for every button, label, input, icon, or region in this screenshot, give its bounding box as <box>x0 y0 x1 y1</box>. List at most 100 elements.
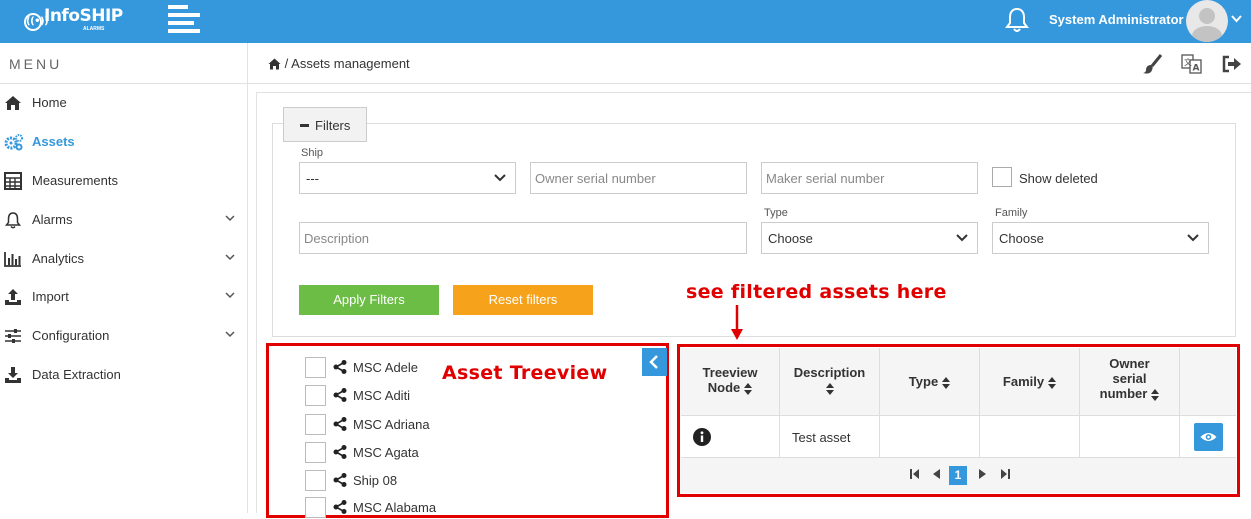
sidebar-item-label: Import <box>32 289 69 304</box>
svg-text:文: 文 <box>1184 57 1192 67</box>
column-header-label: number <box>1099 386 1148 401</box>
paint-brush-icon[interactable] <box>1141 53 1163 75</box>
user-name[interactable]: System Administrator <box>1049 12 1184 27</box>
show-deleted-checkbox[interactable] <box>992 167 1012 187</box>
chevron-down-icon <box>224 250 236 264</box>
share-icon <box>333 500 347 514</box>
tree-node-checkbox[interactable] <box>305 414 326 435</box>
sidebar-item-label: Home <box>32 95 67 110</box>
ship-select[interactable]: --- <box>299 162 516 194</box>
tree-node-checkbox[interactable] <box>305 442 326 463</box>
apply-filters-button[interactable]: Apply Filters <box>299 285 439 315</box>
sort-icon <box>744 382 753 395</box>
app-logo[interactable]: ((•))InfoSHIP <box>24 6 123 31</box>
tree-node-label: MSC Adele <box>353 360 419 375</box>
column-header-treeview-node[interactable]: Treeview Node <box>681 348 780 416</box>
bell-icon <box>4 211 22 229</box>
table-row-description-cell: Test asset <box>780 416 880 458</box>
tree-node-checkbox[interactable] <box>305 385 326 406</box>
notifications-bell-icon[interactable] <box>1004 6 1030 34</box>
sidebar-item-alarms[interactable]: Alarms <box>0 201 248 239</box>
calculator-icon <box>4 172 22 190</box>
upload-icon <box>4 288 22 306</box>
column-header-label: Type <box>908 374 939 389</box>
sidebar-item-label: Analytics <box>32 251 85 266</box>
sort-icon <box>1151 388 1160 401</box>
tree-node-label: Ship 08 <box>353 473 398 488</box>
chevron-down-icon <box>1186 232 1200 244</box>
filters-toggle-button[interactable]: Filters <box>283 107 367 142</box>
minus-icon <box>300 124 309 127</box>
sidebar-item-label: Data Extraction <box>32 367 121 382</box>
reset-filters-button[interactable]: Reset filters <box>453 285 593 315</box>
column-header-type[interactable]: Type <box>880 348 980 416</box>
sidebar-item-import[interactable]: Import <box>0 278 248 316</box>
sidebar-item-label: Measurements <box>32 173 118 188</box>
tree-node-checkbox[interactable] <box>305 497 326 518</box>
page-number-current[interactable]: 1 <box>949 466 967 485</box>
table-row-node-cell <box>681 416 780 458</box>
column-header-label: Node <box>707 380 741 395</box>
column-header-family[interactable]: Family <box>980 348 1080 416</box>
share-icon <box>333 388 347 402</box>
logo-text: InfoSHIP <box>44 6 123 26</box>
sidebar-item-analytics[interactable]: Analytics <box>0 240 248 278</box>
avatar[interactable] <box>1186 0 1228 42</box>
sidebar-item-label: Configuration <box>32 328 110 343</box>
type-label: Type <box>764 207 788 219</box>
maker-serial-field[interactable]: Maker serial number <box>761 162 978 194</box>
home-icon[interactable] <box>268 58 281 73</box>
breadcrumb-current: Assets management <box>291 56 410 71</box>
sidebar-item-data-extraction[interactable]: Data Extraction <box>0 356 248 394</box>
logo-bell-icon: ((•)) <box>24 13 49 31</box>
next-page-icon[interactable] <box>975 466 991 482</box>
info-icon[interactable] <box>693 428 711 449</box>
gears-icon <box>4 133 23 151</box>
ship-select-value: --- <box>306 171 319 186</box>
previous-page-icon[interactable] <box>928 466 944 482</box>
table-row-type-cell <box>880 416 980 458</box>
sidebar-item-measurements[interactable]: Measurements <box>0 162 248 200</box>
share-icon <box>333 417 347 431</box>
tree-node-checkbox[interactable] <box>305 470 326 491</box>
sidebar: MENU Home Assets Measurements Alarms Ana… <box>0 43 248 513</box>
tree-node-checkbox[interactable] <box>305 357 326 378</box>
sliders-icon <box>4 327 22 345</box>
family-label: Family <box>995 207 1028 219</box>
owner-serial-field[interactable]: Owner serial number <box>530 162 747 194</box>
chevron-down-icon <box>224 288 236 302</box>
column-header-label: Owner <box>1109 356 1150 371</box>
breadcrumb-bar: / Assets management 文A <box>248 43 1251 84</box>
logout-icon[interactable] <box>1221 53 1243 75</box>
show-deleted-label: Show deleted <box>1019 171 1098 186</box>
last-page-icon[interactable] <box>997 466 1013 482</box>
treeview-highlight <box>266 343 669 518</box>
annotation-arrow-icon <box>730 305 744 341</box>
first-page-icon[interactable] <box>907 466 923 482</box>
view-button[interactable] <box>1194 423 1223 451</box>
bar-chart-icon <box>4 250 22 268</box>
sort-icon <box>942 376 951 389</box>
sort-icon <box>825 382 834 395</box>
grid-annotation: see filtered assets here <box>686 281 947 303</box>
column-header-owner-serial-number[interactable]: Owner serial number <box>1080 348 1180 416</box>
hamburger-menu-icon[interactable] <box>168 5 200 33</box>
sort-icon <box>1048 376 1057 389</box>
description-field[interactable]: Description <box>299 222 747 254</box>
menu-title: MENU <box>9 56 63 72</box>
type-select-value: Choose <box>768 231 813 246</box>
column-header-description[interactable]: Description <box>780 348 880 416</box>
svg-text:A: A <box>1193 64 1200 74</box>
sidebar-item-configuration[interactable]: Configuration <box>0 317 248 355</box>
family-select[interactable]: Choose <box>992 222 1209 254</box>
sidebar-item-home[interactable]: Home <box>0 84 248 122</box>
tree-collapse-button[interactable] <box>642 348 667 376</box>
ship-label: Ship <box>301 147 324 159</box>
type-select[interactable]: Choose <box>761 222 978 254</box>
column-header-label: serial <box>1112 371 1147 386</box>
share-icon <box>333 445 347 459</box>
sidebar-item-assets[interactable]: Assets <box>0 123 248 161</box>
user-menu-chevron-icon[interactable] <box>1231 14 1242 26</box>
column-header-label: Family <box>1002 374 1045 389</box>
translate-icon[interactable]: 文A <box>1181 53 1203 75</box>
